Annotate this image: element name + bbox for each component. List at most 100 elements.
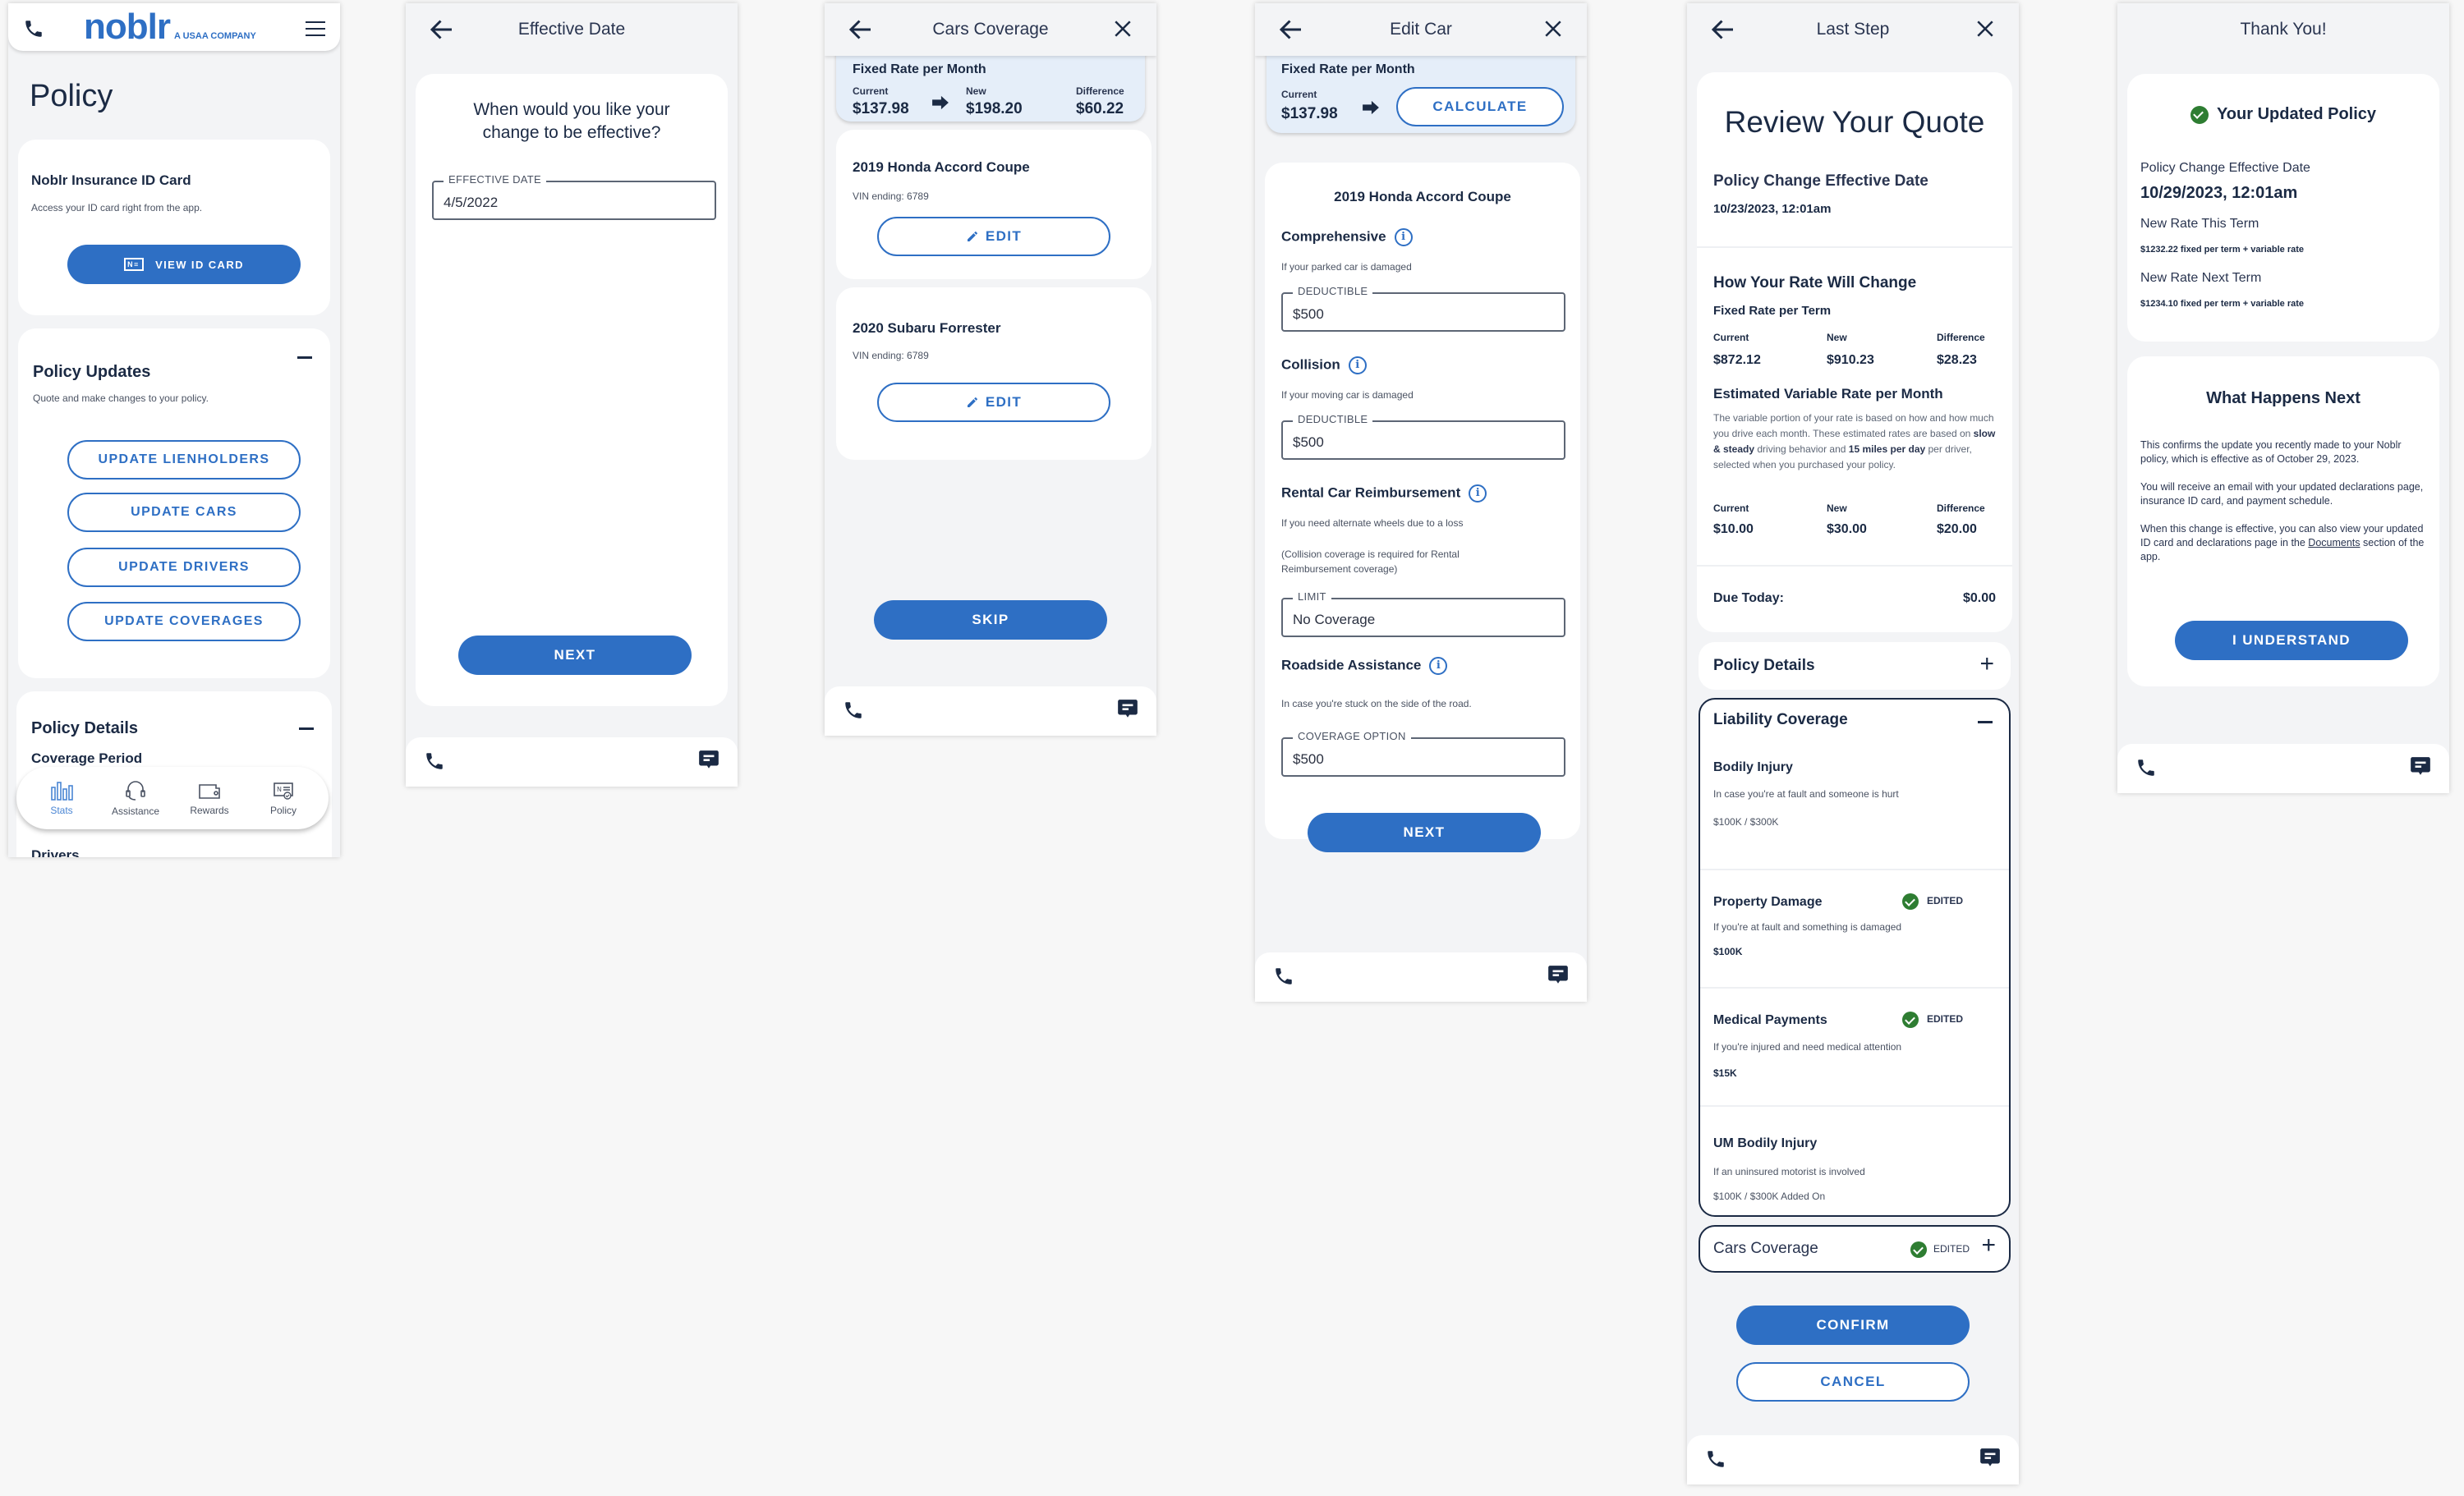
phone-icon[interactable] (1273, 966, 1294, 987)
update-cars-button[interactable]: UPDATE CARS (67, 493, 301, 532)
roadside-title: Roadside Assistance i (1281, 657, 1448, 675)
effective-date-question: When would you like your change to be ef… (473, 100, 670, 142)
roadside-desc: In case you're stuck on the side of the … (1281, 698, 1472, 709)
edit-car-button[interactable]: EDIT (877, 217, 1110, 256)
coverage-item-desc: If you're injured and need medical atten… (1713, 1041, 1902, 1053)
liability-coverage-accordion: Liability Coverage Bodily Injury In case… (1699, 698, 2011, 1217)
next-button[interactable]: NEXT (1308, 813, 1541, 852)
nav-stats[interactable]: Stats (29, 781, 94, 816)
comprehensive-title: Comprehensive i (1281, 228, 1413, 246)
phone-icon[interactable] (23, 18, 44, 39)
close-icon[interactable] (1973, 16, 1997, 41)
collision-deductible-select[interactable]: DEDUCTIBLE $500 (1281, 413, 1565, 460)
help-footer (825, 686, 1156, 736)
rental-limit-select[interactable]: LIMIT No Coverage (1281, 590, 1565, 637)
close-icon[interactable] (1541, 16, 1565, 41)
stats-icon (51, 781, 73, 801)
collapse-icon[interactable] (297, 356, 312, 359)
check-circle-icon (1902, 1012, 1919, 1028)
info-icon[interactable]: i (1348, 356, 1367, 374)
headset-icon (126, 780, 145, 801)
policy-details-accordion[interactable]: Policy Details + (1699, 642, 2011, 690)
vin-text: VIN ending: 6789 (853, 190, 929, 202)
coverage-item-desc: If you're at fault and something is dama… (1713, 921, 1902, 933)
coverage-item-value: $15K (1713, 1067, 1737, 1079)
chat-icon[interactable] (1117, 698, 1138, 721)
phone-icon[interactable] (1705, 1448, 1726, 1470)
collapse-icon[interactable] (1978, 721, 1993, 723)
rate-banner: Fixed Rate per Month Current $137.98 New… (836, 48, 1145, 122)
info-icon[interactable]: i (1394, 228, 1413, 246)
i-understand-button[interactable]: I UNDERSTAND (2175, 621, 2408, 660)
check-circle-icon (1902, 893, 1919, 910)
effective-date-label: Policy Change Effective Date (1713, 172, 1928, 190)
close-icon[interactable] (1110, 16, 1135, 41)
collapse-icon[interactable] (299, 727, 314, 730)
edit-car-screen: Edit Car Fixed Rate per Month Current $1… (1255, 3, 1587, 1002)
id-card-section: Noblr Insurance ID Card Access your ID c… (18, 140, 330, 315)
chat-icon[interactable] (1979, 1447, 2001, 1470)
coverage-item: UM Bodily Injury If an uninsured motoris… (1700, 1107, 2009, 1214)
id-card-title: Noblr Insurance ID Card (31, 172, 191, 188)
next-paragraphs: This confirms the update you recently ma… (2140, 438, 2426, 564)
banner-title: Fixed Rate per Month (853, 62, 986, 76)
what-happens-next-card: What Happens Next This confirms the upda… (2127, 356, 2439, 686)
info-icon[interactable]: i (1429, 657, 1448, 675)
comprehensive-deductible-select[interactable]: DEDUCTIBLE $500 (1281, 285, 1565, 332)
update-lienholders-button[interactable]: UPDATE LIENHOLDERS (67, 440, 301, 480)
phone-icon[interactable] (843, 700, 864, 721)
edited-badge: EDITED (1902, 893, 1963, 910)
new-value: $198.20 (966, 100, 1023, 117)
view-id-card-button[interactable]: N≡ VIEW ID CARD (67, 245, 301, 284)
chat-icon[interactable] (2410, 755, 2431, 778)
next-button[interactable]: NEXT (458, 636, 692, 675)
difference-label: Difference (1076, 85, 1124, 97)
hamburger-menu-icon[interactable] (306, 21, 325, 36)
nav-assistance[interactable]: Assistance (103, 780, 168, 817)
check-circle-icon (2190, 105, 2209, 124)
policy-updates-title: Policy Updates (33, 363, 151, 381)
back-arrow-icon[interactable] (427, 15, 457, 44)
chat-icon[interactable] (1547, 964, 1569, 987)
info-icon[interactable]: i (1469, 484, 1487, 502)
rate-this-term-value: $1232.22 fixed per term + variable rate (2140, 245, 2305, 255)
cancel-button[interactable]: CANCEL (1736, 1362, 1970, 1402)
fixed-current-value: $872.12 (1713, 353, 1761, 367)
nav-policy[interactable]: N Policy (251, 781, 316, 816)
fixed-current-label: Current (1713, 332, 1749, 343)
screen-header: Thank You! (2117, 3, 2449, 56)
pencil-icon (966, 230, 979, 243)
header-title: Last Step (1816, 20, 1890, 39)
plus-icon[interactable]: + (1981, 1232, 1996, 1260)
edit-car-button[interactable]: EDIT (877, 383, 1110, 422)
calculate-button[interactable]: CALCULATE (1396, 87, 1564, 126)
chat-icon[interactable] (698, 749, 719, 772)
back-arrow-icon[interactable] (1708, 15, 1738, 44)
car-name: 2019 Honda Accord Coupe (853, 159, 1030, 175)
plus-icon[interactable]: + (1979, 650, 1994, 678)
back-arrow-icon[interactable] (1276, 15, 1306, 44)
fixed-new-value: $910.23 (1827, 353, 1874, 367)
thank-you-screen: Thank You! Your Updated Policy Policy Ch… (2117, 3, 2449, 793)
skip-button[interactable]: SKIP (874, 600, 1107, 640)
back-arrow-icon[interactable] (846, 15, 876, 44)
coverage-item: Bodily Injury In case you're at fault an… (1700, 754, 2009, 869)
update-coverages-button[interactable]: UPDATE COVERAGES (67, 602, 301, 641)
roadside-option-select[interactable]: COVERAGE OPTION $500 (1281, 730, 1565, 777)
policy-details-title: Policy Details (31, 719, 139, 737)
liability-title: Liability Coverage (1713, 711, 1848, 728)
documents-link[interactable]: Documents (2308, 537, 2360, 548)
nav-rewards[interactable]: Rewards (177, 781, 242, 816)
rate-change-title: How Your Rate Will Change (1713, 274, 1917, 291)
phone-icon[interactable] (424, 750, 445, 772)
car-card: 2020 Subaru Forrester VIN ending: 6789 E… (836, 287, 1152, 460)
policy-screen: noblr A USAA COMPANY Policy Noblr Insura… (8, 3, 340, 857)
cars-coverage-accordion[interactable]: Cars Coverage EDITED + (1699, 1225, 2011, 1273)
phone-icon[interactable] (2135, 757, 2157, 778)
variable-current-value: $10.00 (1713, 522, 1754, 536)
email-paragraph: You will receive an email with your upda… (2140, 481, 2424, 507)
update-drivers-button[interactable]: UPDATE DRIVERS (67, 548, 301, 587)
confirm-button[interactable]: CONFIRM (1736, 1306, 1970, 1345)
effective-date-input[interactable]: EFFECTIVE DATE 4/5/2022 (432, 173, 716, 220)
fixed-difference-value: $28.23 (1937, 353, 1977, 367)
